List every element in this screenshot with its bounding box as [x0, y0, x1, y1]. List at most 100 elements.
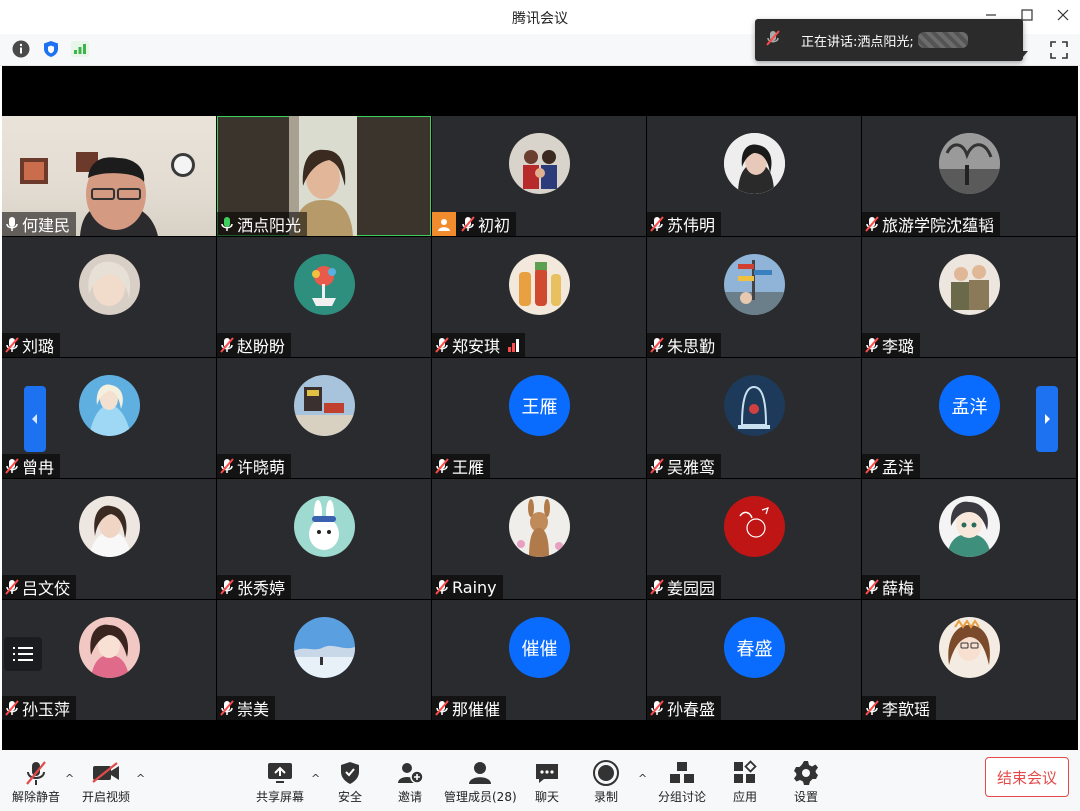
mic-muted-icon [864, 457, 880, 475]
participant-avatar [724, 254, 785, 315]
share-screen-label: 共享屏幕 [256, 790, 305, 804]
audio-options-caret[interactable]: ^ [65, 772, 74, 785]
mic-muted-icon [219, 578, 235, 596]
mic-muted-icon [649, 336, 665, 354]
participant-tile[interactable]: 姜园园 [647, 479, 861, 599]
manage-members-label: 管理成员(28) [444, 790, 517, 804]
record-options-caret[interactable]: ^ [638, 772, 647, 785]
video-off-icon [91, 758, 121, 788]
participant-tile[interactable]: Rainy [432, 479, 646, 599]
mic-muted-icon [4, 578, 20, 596]
speaking-name: 洒点阳光; [857, 34, 914, 50]
share-screen-button[interactable]: 共享屏幕 [256, 758, 304, 805]
participant-initials-avatar: 催催 [509, 617, 570, 678]
speaking-indicator: 正在讲话: 洒点阳光; [755, 19, 1023, 61]
mic-active-icon [219, 215, 235, 233]
security-label: 安全 [338, 790, 363, 804]
invite-button[interactable]: 邀请 [396, 758, 424, 805]
participant-avatar [939, 254, 1000, 315]
participant-name-label: 曾冉 [2, 454, 61, 478]
fullscreen-icon[interactable] [1047, 38, 1071, 62]
participant-tile[interactable]: 朱思勤 [647, 237, 861, 357]
security-button[interactable]: 安全 [338, 758, 362, 805]
participant-tile[interactable]: 吕文佼 [2, 479, 216, 599]
participant-tile[interactable]: 何建民 [2, 116, 216, 236]
participant-tile[interactable]: 催催 那催催 [432, 600, 646, 720]
host-icon [432, 212, 456, 236]
participant-tile[interactable]: 王雁 王雁 [432, 358, 646, 478]
participant-tile[interactable]: 苏伟明 [647, 116, 861, 236]
manage-members-button[interactable]: 管理成员(28) [444, 758, 517, 805]
previous-page-button[interactable] [24, 386, 46, 452]
participant-name-label: 孟洋 [862, 454, 921, 478]
participant-name: 朱思勤 [667, 337, 716, 356]
participant-tile[interactable]: 李璐 [862, 237, 1076, 357]
participant-name-label: 李璐 [862, 333, 921, 357]
record-button[interactable]: 录制 [592, 758, 620, 805]
participant-name-label: 那催催 [432, 696, 507, 720]
participant-name-label: 苏伟明 [647, 212, 722, 236]
start-video-button[interactable]: 开启视频 [82, 758, 130, 805]
participant-tile[interactable]: 薛梅 [862, 479, 1076, 599]
members-icon [467, 758, 493, 788]
participant-tile[interactable]: 张秀婷 [217, 479, 431, 599]
participant-tile[interactable]: 吴雅鸾 [647, 358, 861, 478]
list-icon [13, 647, 33, 661]
breakout-rooms-button[interactable]: 分组讨论 [658, 758, 706, 805]
share-options-caret[interactable]: ^ [311, 772, 320, 785]
participant-tile[interactable]: 初初 [432, 116, 646, 236]
participant-tile[interactable]: 李歆瑶 [862, 600, 1076, 720]
participant-name-label: 薛梅 [862, 575, 921, 599]
shield-icon [339, 758, 361, 788]
view-list-button[interactable] [4, 637, 42, 671]
participant-tile[interactable]: 郑安琪 [432, 237, 646, 357]
participant-name-label: 初初 [432, 212, 517, 236]
mic-muted-icon [4, 457, 20, 475]
participant-avatar [79, 496, 140, 557]
unmute-button[interactable]: 解除静音 [12, 758, 60, 805]
settings-button[interactable]: 设置 [793, 758, 819, 805]
next-page-button[interactable] [1036, 386, 1058, 452]
participant-name: 张秀婷 [237, 579, 286, 598]
participant-name-label: 姜园园 [647, 575, 722, 599]
participant-name: 洒点阳光 [237, 216, 302, 235]
blurred-text [917, 32, 968, 48]
end-meeting-button[interactable]: 结束会议 [985, 757, 1069, 797]
mic-muted-icon [219, 336, 235, 354]
participant-tile[interactable]: 赵盼盼 [217, 237, 431, 357]
info-icon[interactable] [11, 39, 31, 59]
invite-label: 邀请 [397, 790, 422, 804]
participant-initials-avatar: 王雁 [509, 375, 570, 436]
participant-tile[interactable]: 洒点阳光 [217, 116, 431, 236]
participant-name-label: 旅游学院沈蕴韬 [862, 212, 1001, 236]
mic-on-icon [4, 215, 20, 233]
chat-button[interactable]: 聊天 [534, 758, 560, 805]
participant-tile[interactable]: 春盛 孙春盛 [647, 600, 861, 720]
mic-muted-icon [649, 215, 665, 233]
participant-tile[interactable]: 许晓萌 [217, 358, 431, 478]
mic-muted-icon [864, 215, 880, 233]
participant-avatar [294, 496, 355, 557]
participant-name-label: 王雁 [432, 454, 491, 478]
network-signal-icon[interactable] [70, 39, 90, 59]
participant-name-label: 赵盼盼 [217, 333, 292, 357]
participant-name: 吴雅鸾 [667, 458, 716, 477]
apps-button[interactable]: 应用 [732, 758, 758, 805]
shield-icon[interactable] [41, 39, 61, 59]
participant-name-label: 吕文佼 [2, 575, 77, 599]
participant-avatar [294, 617, 355, 678]
participant-name-label: 朱思勤 [647, 333, 722, 357]
participant-tile[interactable]: 旅游学院沈蕴韬 [862, 116, 1076, 236]
participant-name: 旅游学院沈蕴韬 [882, 216, 995, 235]
participant-avatar [939, 133, 1000, 194]
participant-avatar [509, 133, 570, 194]
video-options-caret[interactable]: ^ [136, 772, 145, 785]
participant-tile[interactable]: 崇美 [217, 600, 431, 720]
apps-label: 应用 [732, 790, 757, 804]
start-video-label: 开启视频 [82, 790, 131, 804]
participant-tile[interactable]: 刘璐 [2, 237, 216, 357]
close-icon[interactable] [1052, 4, 1074, 26]
participant-name: 孟洋 [882, 458, 915, 477]
participant-name: 何建民 [22, 216, 71, 235]
participant-initials-avatar: 孟洋 [939, 375, 1000, 436]
